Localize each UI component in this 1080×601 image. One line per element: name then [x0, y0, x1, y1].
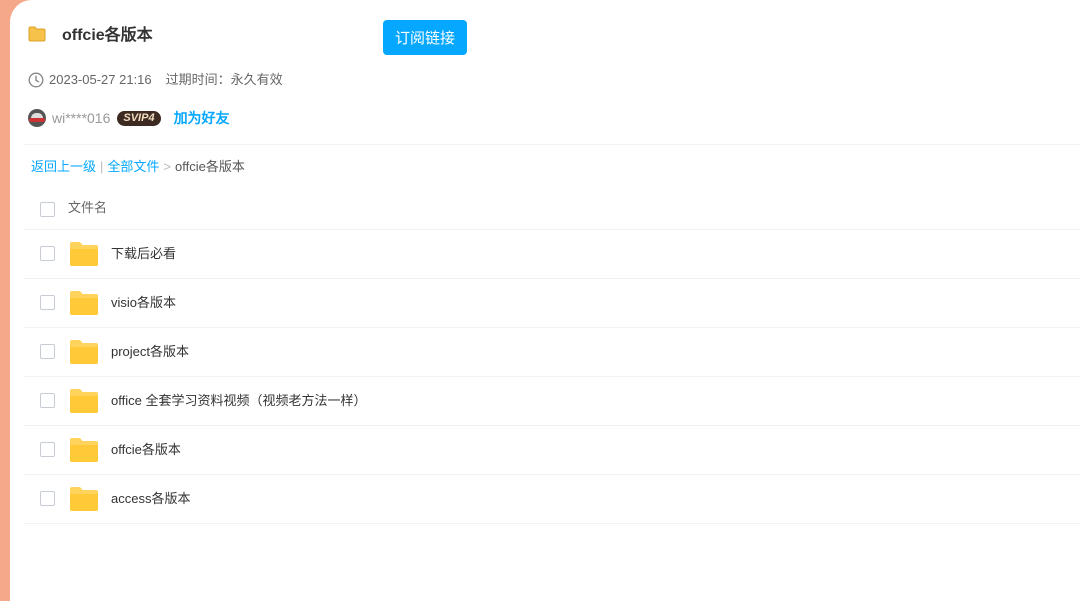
row-checkbox[interactable]	[40, 295, 55, 310]
subscribe-link-button[interactable]: 订阅链接	[383, 20, 467, 55]
row-checkbox[interactable]	[40, 442, 55, 457]
file-name[interactable]: offcie各版本	[111, 440, 181, 460]
file-name[interactable]: access各版本	[111, 489, 190, 509]
svip-badge: SVIP4	[117, 110, 161, 126]
add-friend-button[interactable]: 加为好友	[174, 110, 230, 126]
clock-icon	[28, 72, 44, 88]
breadcrumb-separator: |	[100, 159, 104, 174]
folder-icon	[70, 291, 98, 315]
file-name[interactable]: project各版本	[111, 342, 189, 362]
share-header: offcie各版本 订阅链接	[26, 20, 1066, 56]
username: wi****016	[52, 110, 111, 126]
file-name[interactable]: visio各版本	[111, 293, 176, 313]
breadcrumb-back-link[interactable]: 返回上一级	[31, 159, 96, 174]
row-checkbox[interactable]	[40, 491, 55, 506]
row-checkbox[interactable]	[40, 246, 55, 261]
breadcrumb-arrow: >	[163, 159, 172, 174]
file-name[interactable]: 下载后必看	[111, 244, 176, 264]
file-list: 文件名 下载后必看 visio各版本 project各版本 office 全套学…	[24, 188, 1080, 524]
share-meta: 2023-05-27 21:16 过期时间：永久有效	[28, 71, 283, 89]
breadcrumb-current: offcie各版本	[175, 159, 245, 174]
file-list-header: 文件名	[24, 188, 1080, 230]
file-row[interactable]: access各版本	[24, 475, 1080, 524]
breadcrumb-all-files-link[interactable]: 全部文件	[107, 159, 159, 174]
share-title: offcie各版本	[62, 27, 153, 44]
folder-icon	[70, 487, 98, 511]
file-name[interactable]: office 全套学习资料视频（视频老方法一样）	[111, 391, 366, 411]
row-checkbox[interactable]	[40, 344, 55, 359]
file-row[interactable]: 下载后必看	[24, 230, 1080, 279]
folder-icon	[70, 242, 98, 266]
file-row[interactable]: office 全套学习资料视频（视频老方法一样）	[24, 377, 1080, 426]
avatar	[28, 109, 46, 128]
expire-text: 过期时间：永久有效	[165, 72, 283, 87]
file-row[interactable]: project各版本	[24, 328, 1080, 377]
share-panel: offcie各版本 订阅链接 2023-05-27 21:16 过期时间：永久有效…	[10, 0, 1080, 601]
select-all-checkbox[interactable]	[40, 202, 55, 217]
folder-icon	[70, 340, 98, 364]
file-row[interactable]: visio各版本	[24, 279, 1080, 328]
folder-icon	[70, 389, 98, 413]
breadcrumb: 返回上一级 | 全部文件 > offcie各版本	[31, 158, 245, 176]
column-header-filename: 文件名	[68, 200, 108, 215]
share-date: 2023-05-27 21:16	[49, 72, 152, 87]
sharer-info: wi****016 SVIP4 加为好友	[28, 108, 230, 128]
divider	[24, 144, 1080, 145]
folder-icon	[28, 26, 46, 42]
file-row[interactable]: offcie各版本	[24, 426, 1080, 475]
row-checkbox[interactable]	[40, 393, 55, 408]
folder-icon	[70, 438, 98, 462]
